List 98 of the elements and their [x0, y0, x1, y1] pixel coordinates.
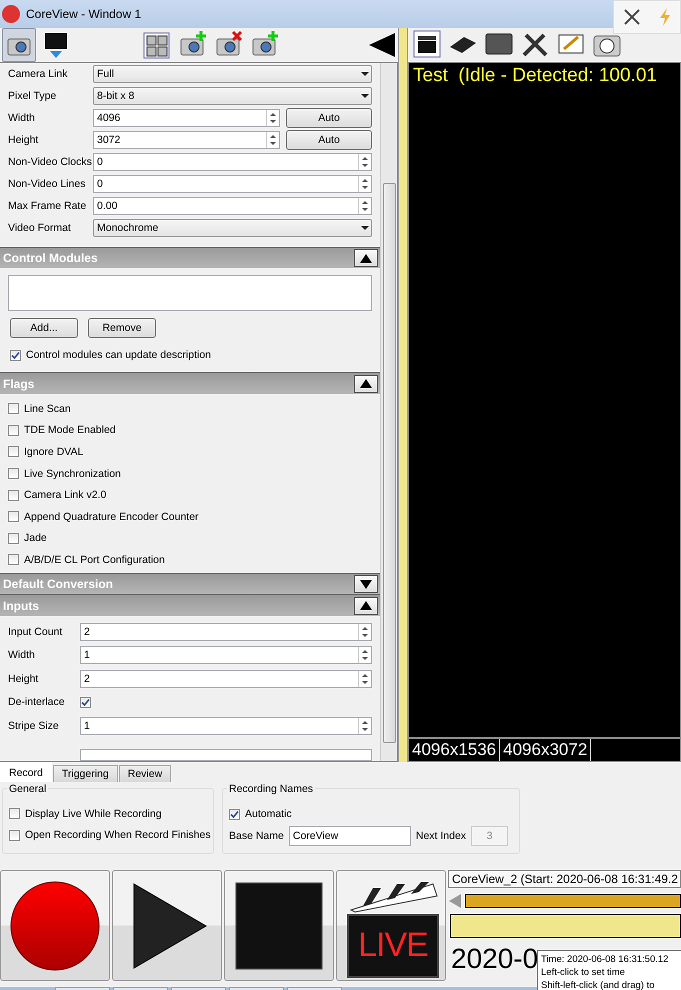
section-title: Control Modules: [3, 251, 98, 266]
field-label: Base Name: [229, 830, 284, 842]
spin-field[interactable]: 0.00: [93, 197, 372, 216]
auto-button[interactable]: Auto: [286, 130, 372, 150]
checkbox[interactable]: [8, 532, 19, 544]
app-logo-icon: [2, 5, 20, 23]
spin-field[interactable]: 0: [93, 175, 372, 194]
field-label: Video Format: [8, 222, 72, 234]
checkbox-label: Line Scan: [24, 402, 71, 415]
checkbox[interactable]: [8, 403, 19, 414]
tooltip-line: Shift-left-click (and drag) to: [541, 979, 656, 990]
dropdown[interactable]: Monochrome: [93, 219, 372, 238]
checkbox[interactable]: [80, 696, 91, 708]
checkbox-label: Ignore DVAL: [24, 446, 84, 458]
dropdown-arrow-icon[interactable]: [359, 70, 371, 78]
input-field[interactable]: [80, 749, 372, 761]
dropdown[interactable]: Full: [93, 65, 372, 84]
group-title: General: [7, 783, 48, 795]
section-title: Default Conversion: [3, 577, 114, 592]
collapse-toggle[interactable]: [354, 249, 378, 268]
collapse-toggle[interactable]: [354, 374, 378, 393]
record-button[interactable]: [0, 870, 110, 981]
spin-field[interactable]: 2: [80, 622, 372, 641]
spin-field[interactable]: 0: [93, 153, 372, 172]
checkbox[interactable]: [9, 830, 20, 841]
resolution-label: 4096x1536: [409, 739, 500, 761]
live-button[interactable]: LIVE: [336, 870, 446, 981]
checkbox-label: Control modules can update description: [26, 349, 212, 362]
module-button[interactable]: Add...: [10, 318, 78, 338]
checkbox[interactable]: [8, 424, 19, 436]
checkbox-label: A/B/D/E CL Port Configuration: [24, 554, 165, 566]
spin-field[interactable]: 1: [80, 646, 372, 664]
field-label: Height: [8, 134, 40, 146]
timeline-track[interactable]: [450, 914, 681, 938]
cameras-icon[interactable]: [2, 28, 36, 62]
field-label: Max Frame Rate: [8, 200, 88, 212]
checkbox-label: Camera Link v2.0: [24, 489, 106, 502]
base-name-field[interactable]: CoreView: [288, 826, 411, 846]
auto-button[interactable]: Auto: [286, 108, 372, 128]
scrollbar[interactable]: [380, 63, 397, 761]
spin-field[interactable]: 4096: [93, 109, 280, 128]
checkbox-label: Automatic: [245, 808, 292, 820]
checkbox-label: Open Recording When Record Finishes: [25, 829, 211, 842]
field-label: Non-Video Clocks: [8, 156, 93, 168]
live-label: LIVE: [358, 926, 428, 965]
checkbox[interactable]: [10, 350, 21, 361]
checkbox[interactable]: [9, 808, 20, 820]
tab[interactable]: Review: [118, 765, 172, 782]
field-label: Stripe Size: [8, 720, 60, 732]
checkbox[interactable]: [8, 554, 19, 566]
field-label: Input Count: [8, 626, 64, 638]
spin-field[interactable]: 1: [80, 716, 372, 735]
checkbox[interactable]: [229, 808, 240, 820]
field-label: Height: [8, 672, 40, 685]
checkbox[interactable]: [8, 446, 19, 458]
tooltip-line: Left-click to set time: [541, 966, 626, 979]
field-label: Pixel Type: [8, 90, 58, 102]
checkbox-label: Jade: [24, 532, 47, 544]
tab[interactable]: Triggering: [52, 765, 118, 782]
timeline-bar[interactable]: [465, 894, 681, 908]
checkbox[interactable]: [8, 511, 19, 522]
section-title: Flags: [3, 376, 34, 391]
spin-field[interactable]: 3072: [93, 131, 280, 150]
field-label: Width: [8, 649, 36, 662]
field-label: Width: [8, 112, 36, 124]
close-icon[interactable]: [622, 8, 640, 26]
recording-title: CoreView_2 (Start: 2020-06-08 16:31:49.2: [448, 870, 681, 888]
window-title: CoreView - Window 1: [26, 7, 142, 21]
resolution-label: 4096x3072: [500, 739, 592, 761]
triangle-up-icon[interactable]: [359, 252, 373, 264]
spin-field[interactable]: 2: [80, 670, 372, 688]
group-title: Recording Names: [227, 783, 316, 795]
collapse-toggle[interactable]: [354, 596, 378, 615]
dropdown-arrow-icon[interactable]: [359, 224, 371, 232]
tooltip-line: Time: 2020-06-08 16:31:50.12: [541, 953, 670, 966]
viewer-status: Test (Idle - Detected: 100.01: [412, 64, 658, 88]
field-label: Next Index: [416, 830, 466, 842]
section-title: Inputs: [3, 598, 39, 613]
checkbox[interactable]: [8, 490, 19, 501]
dropdown-arrow-icon[interactable]: [359, 92, 371, 100]
checkbox-label: Live Synchronization: [24, 468, 121, 480]
module-button[interactable]: Remove: [88, 318, 156, 338]
checkbox-label: Display Live While Recording: [25, 808, 162, 820]
field-label: Non-Video Lines: [8, 178, 86, 190]
timeline-date: 2020-0: [450, 943, 538, 975]
stop-button[interactable]: [224, 870, 334, 981]
field-label: De-interlace: [8, 696, 66, 708]
collapse-toggle[interactable]: [354, 575, 378, 594]
triangle-up-icon[interactable]: [359, 378, 373, 390]
triangle-down-icon[interactable]: [359, 578, 373, 590]
field-label: Camera Link: [8, 68, 69, 80]
checkbox-label: TDE Mode Enabled: [24, 424, 116, 436]
play-button[interactable]: [112, 870, 222, 981]
tab[interactable]: Record: [0, 762, 52, 782]
checkbox-label: Append Quadrature Encoder Counter: [24, 510, 199, 523]
triangle-up-icon[interactable]: [359, 600, 373, 612]
dropdown[interactable]: 8-bit x 8: [93, 87, 372, 106]
checkbox[interactable]: [8, 468, 19, 480]
